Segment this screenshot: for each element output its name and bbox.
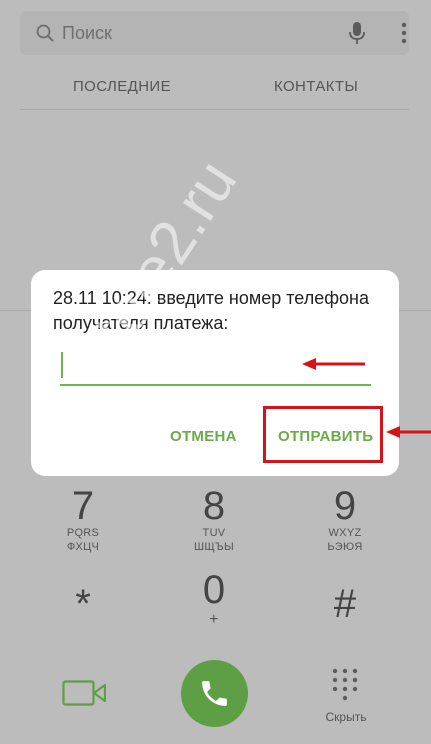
key-letters-latin: WXYZ [328,527,362,539]
key-letters-cyrillic: ЬЭЮЯ [327,541,363,553]
key-letters-cyrillic: ШЩЪЫ [193,541,235,553]
key-digit: 9 [333,484,357,528]
video-call-icon[interactable] [62,680,106,706]
search-icon [36,24,54,42]
key-digit: # [333,582,357,626]
tab-recent[interactable]: ПОСЛЕДНИЕ [73,78,171,95]
red-arrow-left-icon [386,426,431,438]
keypad-key-0[interactable]: 0 + [164,570,264,630]
key-digit: 8 [202,484,226,528]
keypad-key-hash[interactable]: # [295,584,395,624]
search-placeholder: Поиск [62,23,112,43]
red-arrow-left-icon [302,358,365,370]
tab-bar: ПОСЛЕДНИЕ КОНТАКТЫ [20,70,409,110]
call-button[interactable] [181,660,248,727]
more-options-icon[interactable] [398,22,410,44]
key-letters-latin: TUV [202,527,226,539]
key-letters-cyrillic: ФХЦЧ [66,541,100,553]
search-bar[interactable]: Поиск [20,11,409,55]
send-highlight-frame [263,406,383,463]
keypad-key-8[interactable]: 8 TUV ШЩЪЫ [164,486,264,554]
keypad-grid-icon[interactable] [331,667,359,701]
key-digit: 0 [202,568,226,612]
keypad-key-7[interactable]: 7 PQRS ФХЦЧ [33,486,133,554]
microphone-icon[interactable] [349,21,365,45]
key-letters-plus: + [209,611,219,628]
input-underline [60,384,371,386]
keypad-key-9[interactable]: 9 WXYZ ЬЭЮЯ [295,486,395,554]
text-cursor [61,352,63,378]
tab-contacts[interactable]: КОНТАКТЫ [274,78,358,95]
cancel-button[interactable]: ОТМЕНА [170,428,237,445]
tabs-divider [20,109,409,110]
phone-icon [202,681,227,706]
key-digit: * [75,582,91,626]
key-letters-latin: PQRS [66,527,100,539]
key-digit: 7 [71,484,95,528]
hide-keypad-label[interactable]: Скрыть [316,710,376,724]
keypad-key-star[interactable]: * [33,584,133,624]
